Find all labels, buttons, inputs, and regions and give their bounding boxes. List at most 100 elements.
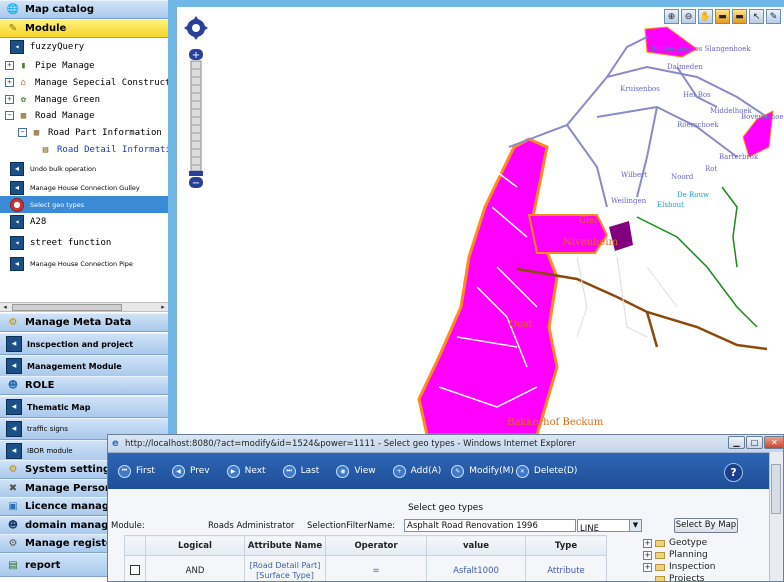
attribute-cell[interactable]: [Road Detail Part] [Surface Type] [244, 555, 326, 581]
prev-icon: ◀ [171, 464, 185, 478]
geometry-type-value: LINE [580, 524, 599, 534]
map-catalog-header[interactable]: 🌐 Map catalog [0, 0, 168, 19]
prev-label: Prev [189, 466, 210, 476]
modify-label: Modify(M) [469, 466, 514, 476]
tree-item-label: Geotype [669, 538, 708, 548]
speaker-icon: ◂ [10, 256, 24, 271]
tree-item-a28[interactable]: ◂ A28 [0, 213, 46, 230]
section-inspection-project[interactable]: ◂ Inscpection and project [0, 333, 168, 355]
expand-icon[interactable]: + [5, 95, 14, 104]
tree-item-fuzzyquery[interactable]: ◂ fuzzyQuery [0, 38, 84, 55]
tree-item-label: Inspection [669, 562, 716, 572]
select-arrow-icon[interactable]: ↖ [749, 9, 764, 24]
scroll-thumb[interactable] [771, 464, 781, 514]
tree-item-projects[interactable]: Projects [643, 573, 716, 582]
section-manage-meta-data[interactable]: ⚙ Manage Meta Data [0, 313, 168, 332]
speaker-icon: ◂ [6, 443, 22, 459]
measure-line-icon[interactable]: ▬ [715, 9, 730, 24]
section-label: System setting [25, 464, 111, 475]
label-bakkerhof: Bakkerhof Beckum [507, 417, 604, 428]
zoom-out-tool-icon[interactable]: ⊖ [681, 9, 696, 24]
prev-button[interactable]: ◀ Prev [171, 464, 210, 478]
road-icon: ▦ [20, 110, 27, 121]
label-roerschoek: Roerschoek [677, 121, 719, 129]
select-by-map-button[interactable]: Select By Map [674, 518, 738, 533]
geometry-type-select[interactable]: LINE ▼ [577, 519, 642, 534]
section-label: IBOR module [27, 447, 73, 455]
delete-button[interactable]: ✕ Delete(D) [515, 464, 577, 478]
column-header: value [426, 535, 526, 556]
view-label: View [354, 466, 376, 476]
selection-filter-input[interactable]: Asphalt Road Renovation 1996 [404, 519, 576, 532]
close-icon[interactable]: ✕ [764, 436, 783, 449]
tree-item-label: Planning [669, 550, 708, 560]
zoom-in-icon[interactable]: + [189, 49, 203, 61]
add-button[interactable]: + Add(A) [392, 464, 441, 478]
pan-control-icon[interactable] [184, 16, 208, 40]
collapse-icon[interactable]: − [18, 128, 27, 137]
minimize-icon[interactable]: ▁ [728, 436, 745, 449]
expand-icon[interactable]: + [643, 562, 652, 572]
tree-item-house-pipe[interactable]: ◂ Manage House Connection Pipe [0, 255, 133, 272]
last-button[interactable]: ⏭ Last [282, 464, 319, 478]
zoom-in-tool-icon[interactable]: ⊕ [664, 9, 679, 24]
measure-area-icon[interactable]: ▬ [732, 9, 747, 24]
module-header[interactable]: ✎ Module [0, 19, 168, 38]
expand-icon[interactable]: + [5, 78, 14, 87]
filter-row: Module: Roads Administrator SelectionFil… [108, 518, 772, 534]
column-header: Operator [325, 535, 427, 556]
row-checkbox[interactable] [130, 564, 140, 575]
tree-item-street-function[interactable]: ◂ street function [0, 234, 111, 251]
first-label: First [136, 466, 155, 476]
section-management-module[interactable]: ◂ Management Module [0, 355, 168, 377]
geotype-tree: + Geotype + Planning + Inspection Projects [643, 537, 716, 582]
label-oost: Oost [509, 319, 532, 330]
collapse-icon[interactable]: − [5, 111, 14, 120]
scroll-left-icon[interactable]: ◂ [0, 303, 10, 312]
map-view[interactable]: Dalmeden Kruisenbos Hei Bos Middelhoek B… [176, 7, 784, 435]
tree-item-geotype[interactable]: + Geotype [643, 537, 716, 549]
tree-item-planning[interactable]: + Planning [643, 549, 716, 561]
label-elshout: Elshout [657, 201, 684, 209]
help-icon[interactable]: ? [724, 463, 743, 482]
next-button[interactable]: ▶ Next [226, 464, 266, 478]
draw-pencil-icon[interactable]: ✎ [766, 9, 781, 24]
tree-item-special-construct[interactable]: + ⌂ Manage Sepecial Construct [0, 74, 168, 91]
label-weilingen: Weilingen [611, 197, 647, 205]
modify-button[interactable]: ✎ Modify(M) [451, 464, 514, 478]
expand-icon[interactable]: + [643, 550, 652, 560]
tree-horizontal-scrollbar[interactable]: ◂ ▸ [0, 302, 168, 312]
zoom-slider-handle[interactable] [189, 171, 203, 176]
dialog-vertical-scrollbar[interactable] [769, 452, 783, 581]
section-thematic-map[interactable]: ◂ Thematic Map [0, 396, 168, 418]
map-canvas[interactable]: Dalmeden Kruisenbos Hei Bos Middelhoek B… [177, 7, 784, 435]
tree-item-select-geo-types[interactable]: ● Select geo types [0, 196, 168, 213]
tree-item-road-part[interactable]: − ▦ Road Part Information [13, 124, 162, 141]
next-label: Next [244, 466, 266, 476]
pan-hand-icon[interactable]: ✋ [698, 9, 713, 24]
table-row[interactable]: AND [Road Detail Part] [Surface Type] = … [124, 555, 607, 581]
zoom-out-icon[interactable]: − [189, 177, 203, 189]
section-label: traffic signs [27, 425, 68, 433]
dialog-titlebar[interactable]: e http://localhost:8080/?act=modify&id=1… [108, 435, 783, 453]
tree-item-manage-green[interactable]: + ✿ Manage Green [0, 91, 100, 108]
tree-item-undo-bulk[interactable]: ◂ Undo bulk operation [0, 160, 96, 177]
first-button[interactable]: ⏮ First [118, 464, 155, 478]
tree-item-pipe-manage[interactable]: + ▮ Pipe Manage [0, 57, 95, 74]
logical-cell: AND [145, 555, 245, 581]
expand-icon[interactable]: + [643, 538, 652, 548]
view-button[interactable]: ◉ View [336, 464, 376, 478]
expand-icon[interactable]: + [5, 61, 14, 70]
green-road [636, 186, 758, 328]
tree-item-house-gulley[interactable]: ◂ Manage House Connection Gulley [0, 179, 140, 196]
tree-item-inspection[interactable]: + Inspection [643, 561, 716, 573]
scroll-thumb[interactable] [12, 304, 122, 311]
tree-item-road-manage[interactable]: − ▦ Road Manage [0, 107, 95, 124]
tree-item-road-detail[interactable]: ▤ Road Detail Informati [36, 141, 168, 158]
maximize-icon[interactable]: □ [746, 436, 763, 449]
section-role[interactable]: ☻ ROLE [0, 376, 168, 395]
table-icon: ▤ [42, 144, 49, 155]
speaker-icon: ◂ [6, 358, 22, 374]
scroll-right-icon[interactable]: ▸ [158, 303, 168, 312]
